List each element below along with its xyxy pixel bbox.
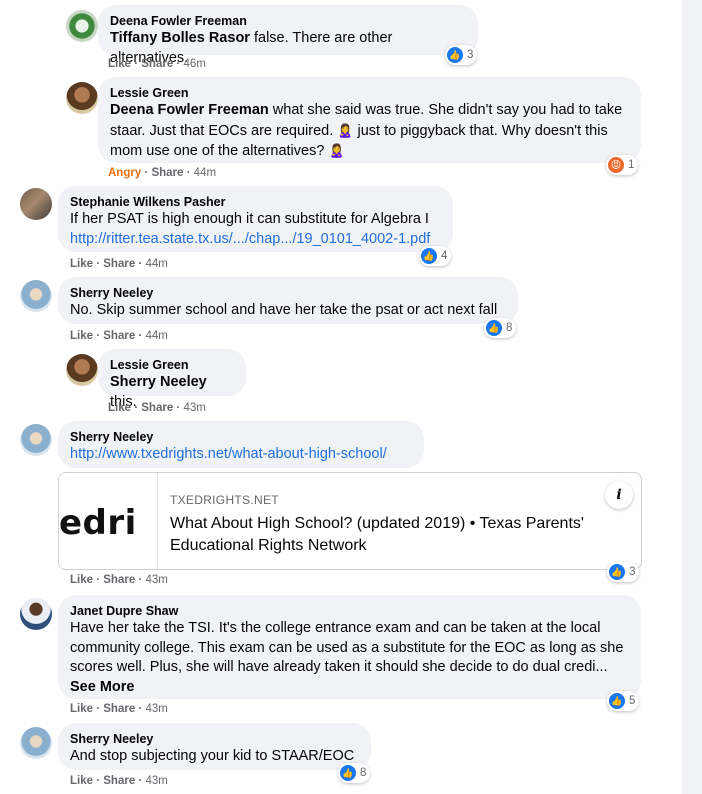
comment-actions: Like · Share · 43m	[70, 574, 168, 586]
comment-text: If her PSAT is high enough it can substi…	[70, 211, 429, 227]
page-gutter	[682, 0, 702, 794]
thumbs-up-icon: 👍	[340, 765, 356, 781]
comment-bubble: Deena Fowler Freeman Tiffany Bolles Raso…	[98, 5, 478, 66]
see-more-link[interactable]: See More	[70, 678, 629, 698]
comment-author[interactable]: Sherry Neeley	[70, 429, 412, 445]
angry-reaction-button[interactable]: Angry	[108, 167, 141, 179]
comment-link[interactable]: http://ritter.tea.state.tx.us/.../chap..…	[70, 230, 441, 250]
comment-author[interactable]: Sherry Neeley	[70, 285, 506, 301]
mention[interactable]: Sherry Neeley	[110, 374, 207, 390]
comment-bubble: Stephanie Wilkens Pasher If her PSAT is …	[58, 186, 453, 252]
reaction-number: 8	[506, 322, 513, 334]
comment-actions: Like · Share · 43m	[108, 402, 206, 414]
timestamp[interactable]: 44m	[194, 167, 216, 179]
reaction-count[interactable]: 👍 3	[607, 562, 640, 582]
comment-actions: Like · Share · 44m	[70, 258, 168, 270]
timestamp[interactable]: 43m	[145, 703, 167, 715]
like-button[interactable]: Like	[70, 703, 93, 715]
comment-bubble: Lessie Green Sherry Neeley this.	[98, 349, 246, 410]
reaction-number: 1	[628, 159, 635, 171]
like-button[interactable]: Like	[70, 258, 93, 270]
timestamp[interactable]: 46m	[183, 58, 205, 70]
comment-author[interactable]: Lessie Green	[110, 357, 234, 373]
share-button[interactable]: Share	[141, 402, 173, 414]
share-button[interactable]: Share	[151, 167, 183, 179]
comment-bubble: Sherry Neeley http://www.txedrights.net/…	[58, 421, 424, 468]
link-preview-title[interactable]: What About High School? (updated 2019) •…	[170, 513, 620, 557]
comment-actions: Like · Share · 44m	[70, 330, 168, 342]
avatar[interactable]	[66, 354, 98, 386]
thumbs-up-icon: 👍	[609, 564, 625, 580]
comment-bubble: Sherry Neeley And stop subjecting your k…	[58, 723, 371, 770]
comment-author[interactable]: Stephanie Wilkens Pasher	[70, 194, 441, 210]
comment-text: No. Skip summer school and have her take…	[70, 302, 498, 318]
info-icon[interactable]: i	[605, 481, 633, 509]
timestamp[interactable]: 43m	[145, 574, 167, 586]
comment-link[interactable]: http://www.txedrights.net/what-about-hig…	[70, 445, 412, 465]
comment-text: Have her take the TSI. It's the college …	[70, 620, 624, 675]
reaction-count[interactable]: 👍 8	[484, 318, 517, 338]
thumbs-up-icon: 👍	[421, 248, 437, 264]
angry-face-icon: 😡	[608, 157, 624, 173]
avatar[interactable]	[20, 188, 52, 220]
thumbs-up-icon: 👍	[609, 693, 625, 709]
like-button[interactable]: Like	[108, 402, 131, 414]
comment-bubble: Lessie Green Deena Fowler Freeman what s…	[98, 77, 641, 163]
like-button[interactable]: Like	[70, 330, 93, 342]
timestamp[interactable]: 43m	[145, 775, 167, 787]
reaction-count[interactable]: 👍 5	[607, 691, 640, 711]
like-button[interactable]: Like	[108, 58, 131, 70]
reaction-number: 8	[360, 767, 367, 779]
reaction-number: 3	[467, 49, 474, 61]
thumbnail-logo-text: edri	[59, 503, 137, 543]
share-button[interactable]: Share	[103, 574, 135, 586]
like-button[interactable]: Like	[70, 775, 93, 787]
share-button[interactable]: Share	[103, 330, 135, 342]
thumbs-up-icon: 👍	[486, 320, 502, 336]
comment-actions: Like · Share · 46m	[108, 58, 206, 70]
avatar[interactable]	[66, 82, 98, 114]
avatar[interactable]	[20, 727, 52, 759]
reaction-number: 3	[629, 566, 636, 578]
mention[interactable]: Deena Fowler Freeman	[110, 102, 269, 118]
woman-pouting-emoji: 🙎‍♀️	[328, 143, 345, 158]
thumbs-up-icon: 👍	[447, 47, 463, 63]
comment-text: Deena Fowler Freeman what she said was t…	[110, 101, 629, 162]
like-button[interactable]: Like	[70, 574, 93, 586]
share-button[interactable]: Share	[103, 775, 135, 787]
link-preview-domain: TXEDRIGHTS.NET	[170, 493, 279, 507]
timestamp[interactable]: 44m	[145, 258, 167, 270]
comment-author[interactable]: Sherry Neeley	[70, 731, 359, 747]
avatar[interactable]	[20, 280, 52, 312]
comment-author[interactable]: Janet Dupre Shaw	[70, 603, 629, 619]
comment-bubble: Sherry Neeley No. Skip summer school and…	[58, 277, 518, 324]
reaction-count[interactable]: 👍 3	[445, 45, 478, 65]
timestamp[interactable]: 44m	[145, 330, 167, 342]
timestamp[interactable]: 43m	[183, 402, 205, 414]
reaction-count[interactable]: 👍 4	[419, 246, 452, 266]
avatar[interactable]	[20, 598, 52, 630]
reaction-number: 4	[441, 250, 448, 262]
link-preview-thumbnail: edri	[59, 473, 158, 569]
avatar[interactable]	[66, 10, 98, 42]
comment-actions: Like · Share · 43m	[70, 703, 168, 715]
share-button[interactable]: Share	[141, 58, 173, 70]
reaction-count[interactable]: 👍 8	[338, 763, 371, 783]
comment-actions: Like · Share · 43m	[70, 775, 168, 787]
comment-actions: Angry · Share · 44m	[108, 167, 217, 179]
comment-bubble: Janet Dupre Shaw Have her take the TSI. …	[58, 595, 641, 699]
share-button[interactable]: Share	[103, 258, 135, 270]
comment-author[interactable]: Deena Fowler Freeman	[110, 13, 466, 29]
reaction-count[interactable]: 😡 1	[606, 155, 639, 175]
woman-pouting-emoji: 🙎‍♀️	[337, 122, 354, 138]
share-button[interactable]: Share	[103, 703, 135, 715]
mention[interactable]: Tiffany Bolles Rasor	[110, 30, 250, 46]
comment-author[interactable]: Lessie Green	[110, 85, 629, 101]
avatar[interactable]	[20, 424, 52, 456]
reaction-number: 5	[629, 695, 636, 707]
comment-text: And stop subjecting your kid to STAAR/EO…	[70, 748, 355, 764]
link-preview-card[interactable]: edri TXEDRIGHTS.NET What About High Scho…	[58, 472, 642, 570]
